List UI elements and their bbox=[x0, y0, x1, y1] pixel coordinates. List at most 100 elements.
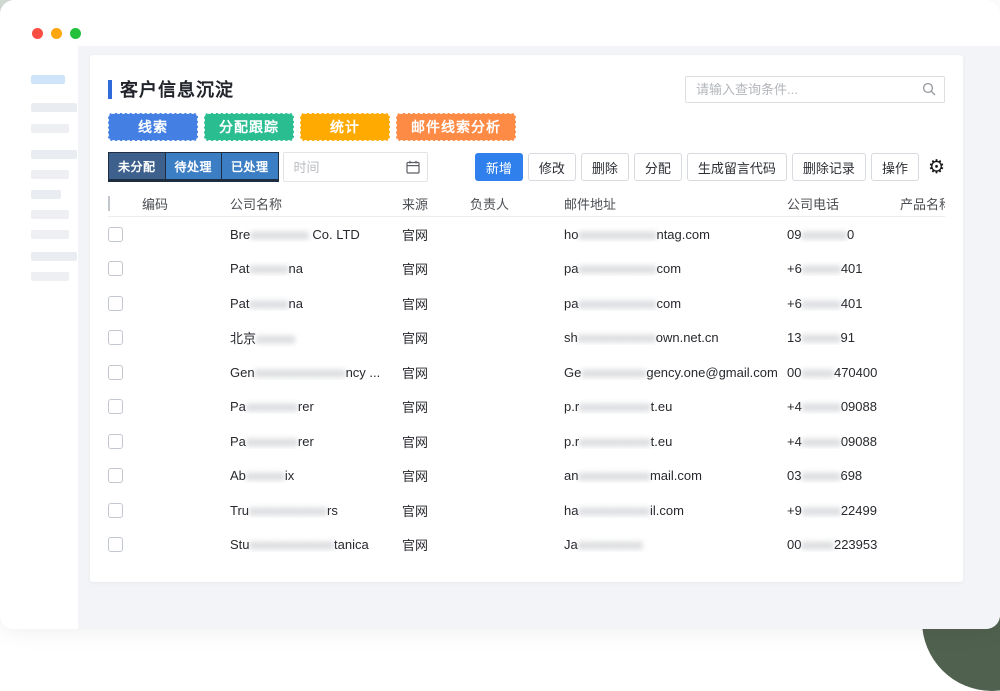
company-name-cell-redacted: xxxxxx bbox=[250, 261, 289, 276]
sidebar-item[interactable] bbox=[31, 210, 69, 219]
sidebar-item[interactable] bbox=[31, 124, 69, 133]
sidebar-item[interactable] bbox=[31, 230, 69, 239]
email-cell-text: t.eu bbox=[651, 399, 673, 414]
sidebar-item[interactable] bbox=[31, 170, 69, 179]
operate-button[interactable]: 操作 bbox=[871, 153, 919, 181]
row-select-cell bbox=[108, 330, 142, 345]
phone-cell-text: 09088 bbox=[841, 399, 877, 414]
table-row: 北京xxxxxx官网shxxxxxxxxxxxxown.net.cn13xxxx… bbox=[108, 321, 945, 356]
email-cell: Jaxxxxxxxxxx bbox=[564, 537, 787, 552]
email-cell: hoxxxxxxxxxxxxntag.com bbox=[564, 227, 787, 242]
sidebar-item[interactable] bbox=[31, 272, 69, 281]
table-row: Paxxxxxxxxrer官网p.rxxxxxxxxxxxt.eu+4xxxxx… bbox=[108, 424, 945, 459]
tab-assign-track[interactable]: 分配跟踪 bbox=[204, 113, 294, 141]
row-checkbox[interactable] bbox=[108, 365, 123, 380]
add-button[interactable]: 新增 bbox=[475, 153, 523, 181]
search-icon[interactable] bbox=[922, 82, 936, 96]
sidebar-item[interactable] bbox=[31, 150, 77, 159]
sidebar-item[interactable] bbox=[31, 252, 77, 261]
row-checkbox[interactable] bbox=[108, 399, 123, 414]
row-checkbox[interactable] bbox=[108, 227, 123, 242]
row-checkbox[interactable] bbox=[108, 503, 123, 518]
company-name-cell: Genxxxxxxxxxxxxxxncy ... bbox=[230, 365, 402, 380]
calendar-icon[interactable] bbox=[406, 160, 420, 174]
row-select-cell bbox=[108, 227, 142, 242]
row-select-cell bbox=[108, 399, 142, 414]
company-name-cell-text: tanica bbox=[334, 537, 369, 552]
sidebar-item[interactable] bbox=[31, 190, 61, 199]
company-name-cell: Patxxxxxxna bbox=[230, 261, 402, 276]
sidebar-item[interactable] bbox=[31, 103, 77, 112]
phone-cell: 00xxxxx223953 bbox=[787, 537, 900, 552]
email-cell-text: ntag.com bbox=[656, 227, 709, 242]
row-checkbox[interactable] bbox=[108, 434, 123, 449]
status-filter-group: 未分配 待处理 已处理 bbox=[108, 152, 279, 182]
source-cell: 官网 bbox=[402, 294, 470, 313]
maximize-window-icon[interactable] bbox=[70, 28, 81, 39]
sidebar-item-active[interactable] bbox=[31, 75, 65, 84]
email-cell-redacted: xxxxxxxxxxxx bbox=[578, 296, 656, 311]
email-cell: paxxxxxxxxxxxxcom bbox=[564, 296, 787, 311]
phone-cell-redacted: xxxxxx bbox=[802, 296, 841, 311]
email-cell: Gexxxxxxxxxxgency.one@gmail.com bbox=[564, 365, 787, 380]
row-checkbox[interactable] bbox=[108, 537, 123, 552]
row-select-cell bbox=[108, 434, 142, 449]
edit-button[interactable]: 修改 bbox=[528, 153, 576, 181]
table-row: Patxxxxxxna官网paxxxxxxxxxxxxcom+6xxxxxx40… bbox=[108, 286, 945, 321]
email-cell: shxxxxxxxxxxxxown.net.cn bbox=[564, 330, 787, 345]
table-row: Truxxxxxxxxxxxxrs官网haxxxxxxxxxxxil.com+9… bbox=[108, 493, 945, 528]
content-card: 客户信息沉淀 线索 分配跟踪 统计 邮件线索分析 未分配 待处理 bbox=[90, 55, 963, 582]
settings-gear-icon[interactable]: ⚙ bbox=[928, 158, 945, 177]
filter-pending[interactable]: 待处理 bbox=[166, 153, 222, 179]
tab-statistics[interactable]: 统计 bbox=[300, 113, 390, 141]
email-cell-redacted: xxxxxxxxxxx bbox=[579, 434, 651, 449]
filter-processed[interactable]: 已处理 bbox=[222, 153, 278, 179]
phone-cell-text: 13 bbox=[787, 330, 801, 345]
source-cell: 官网 bbox=[402, 328, 470, 347]
tab-email-lead-analysis[interactable]: 邮件线索分析 bbox=[396, 113, 516, 141]
filter-toolbar-row: 未分配 待处理 已处理 新增 修改 删除 bbox=[108, 152, 945, 182]
row-checkbox[interactable] bbox=[108, 261, 123, 276]
close-window-icon[interactable] bbox=[32, 28, 43, 39]
email-cell: anxxxxxxxxxxxmail.com bbox=[564, 468, 787, 483]
table-body: Brexxxxxxxxx Co. LTD官网hoxxxxxxxxxxxxntag… bbox=[108, 217, 945, 562]
delete-button[interactable]: 删除 bbox=[581, 153, 629, 181]
phone-cell: 00xxxxx470400 bbox=[787, 365, 900, 380]
search-input[interactable] bbox=[685, 76, 945, 103]
select-all-checkbox[interactable] bbox=[108, 196, 110, 211]
email-cell-text: com bbox=[656, 261, 681, 276]
source-cell: 官网 bbox=[402, 535, 470, 554]
email-cell-text: Ge bbox=[564, 365, 581, 380]
generate-message-code-button[interactable]: 生成留言代码 bbox=[687, 153, 787, 181]
phone-cell-text: 470400 bbox=[834, 365, 877, 380]
email-cell-text: own.net.cn bbox=[656, 330, 719, 345]
title-row: 客户信息沉淀 bbox=[108, 75, 945, 103]
tab-leads[interactable]: 线索 bbox=[108, 113, 198, 141]
email-cell: haxxxxxxxxxxxil.com bbox=[564, 503, 787, 518]
table-row: Abxxxxxxix官网anxxxxxxxxxxxmail.com03xxxxx… bbox=[108, 459, 945, 494]
email-cell-text: sh bbox=[564, 330, 578, 345]
assign-button[interactable]: 分配 bbox=[634, 153, 682, 181]
row-select-cell bbox=[108, 296, 142, 311]
phone-cell-text: 698 bbox=[840, 468, 862, 483]
email-cell-text: an bbox=[564, 468, 578, 483]
minimize-window-icon[interactable] bbox=[51, 28, 62, 39]
row-checkbox[interactable] bbox=[108, 330, 123, 345]
phone-cell: 13xxxxxx91 bbox=[787, 330, 900, 345]
email-cell-redacted: xxxxxxxxxxxx bbox=[578, 261, 656, 276]
email-cell-text: com bbox=[656, 296, 681, 311]
phone-cell: +4xxxxxx09088 bbox=[787, 399, 900, 414]
leads-table: 编码 公司名称 来源 负责人 邮件地址 公司电话 产品名称 Brexxxxxxx… bbox=[108, 190, 945, 562]
row-checkbox[interactable] bbox=[108, 296, 123, 311]
phone-cell-text: 223953 bbox=[834, 537, 877, 552]
filter-unassigned[interactable]: 未分配 bbox=[109, 153, 165, 179]
header-owner: 负责人 bbox=[470, 194, 564, 213]
page-title: 客户信息沉淀 bbox=[120, 76, 234, 102]
row-checkbox[interactable] bbox=[108, 468, 123, 483]
phone-cell-text: 03 bbox=[787, 468, 801, 483]
delete-records-button[interactable]: 删除记录 bbox=[792, 153, 866, 181]
phone-cell-text: +9 bbox=[787, 503, 802, 518]
company-name-cell-text: rer bbox=[298, 434, 314, 449]
table-row: Genxxxxxxxxxxxxxxncy ...官网Gexxxxxxxxxxge… bbox=[108, 355, 945, 390]
module-tabs: 线索 分配跟踪 统计 邮件线索分析 bbox=[108, 113, 945, 141]
